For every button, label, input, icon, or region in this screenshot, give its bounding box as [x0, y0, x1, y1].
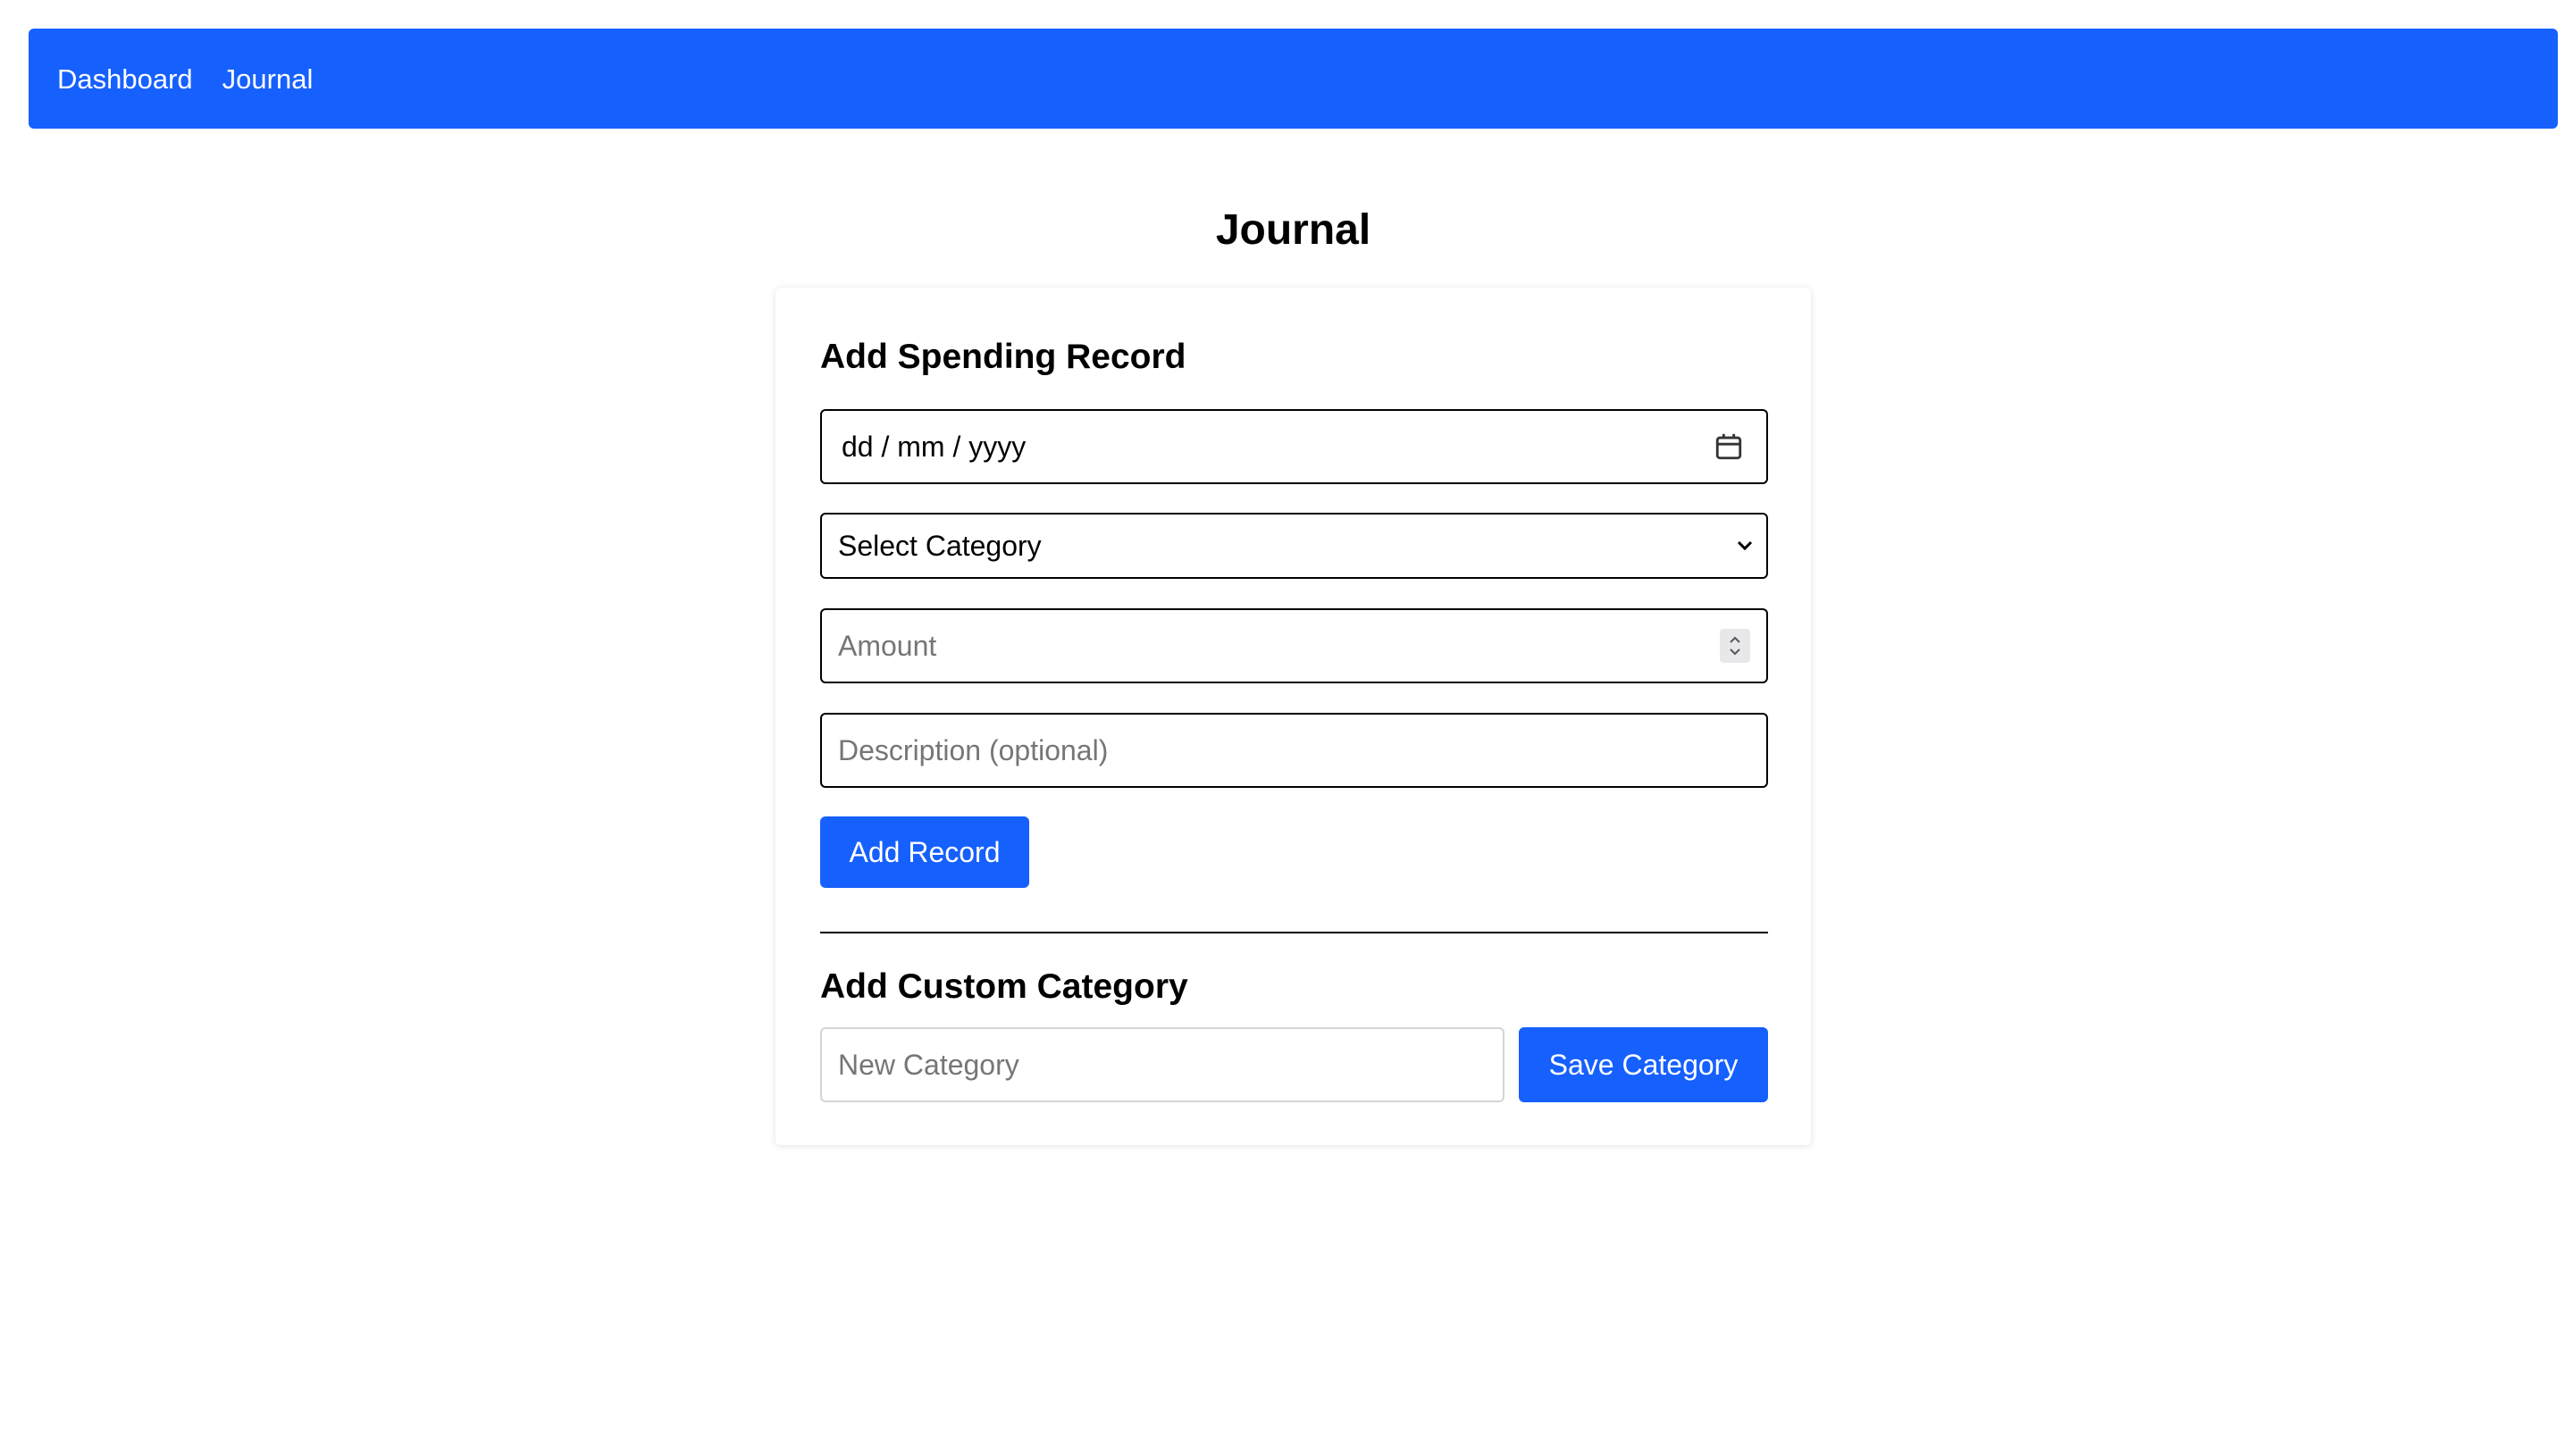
nav-link-journal[interactable]: Journal — [222, 65, 314, 93]
custom-category-title: Add Custom Category — [820, 967, 1188, 1006]
nav-link-dashboard[interactable]: Dashboard — [57, 65, 193, 93]
save-category-button[interactable]: Save Category — [1519, 1027, 1768, 1102]
new-category-input[interactable]: New Category — [820, 1027, 1504, 1102]
category-select-value: Select Category — [838, 529, 1042, 562]
add-record-button[interactable]: Add Record — [820, 816, 1029, 888]
amount-placeholder: Amount — [838, 629, 937, 662]
description-input[interactable]: Description (optional) — [820, 713, 1768, 788]
date-input-value: dd / mm / yyyy — [842, 430, 1027, 463]
page-title: Journal — [1215, 206, 1371, 254]
stepper-icon[interactable] — [1720, 629, 1750, 663]
amount-input[interactable]: Amount — [820, 608, 1768, 683]
new-category-placeholder: New Category — [838, 1048, 1019, 1081]
description-placeholder: Description (optional) — [838, 733, 1109, 766]
section-divider — [820, 932, 1768, 933]
category-select[interactable]: Select Category — [820, 513, 1768, 579]
journal-card: Add Spending Record dd / mm / yyyy Selec… — [775, 288, 1811, 1145]
top-navbar: Dashboard Journal — [29, 29, 2558, 129]
chevron-down-icon — [1734, 528, 1756, 564]
date-input[interactable]: dd / mm / yyyy — [820, 409, 1768, 484]
calendar-icon[interactable] — [1711, 429, 1747, 464]
spending-form-title: Add Spending Record — [820, 338, 1186, 376]
